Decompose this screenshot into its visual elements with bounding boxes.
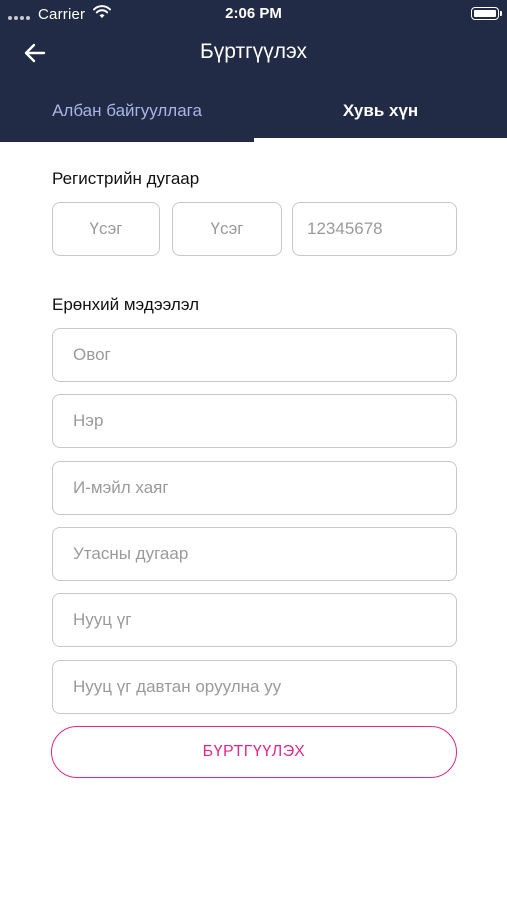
tab-individual[interactable]: Хувь хүн (254, 88, 507, 138)
confirm-password-input[interactable]: Нууц үг давтан оруулна уу (52, 660, 457, 714)
registration-number-input[interactable]: 12345678 (292, 202, 457, 256)
tab-organization[interactable]: Албан байгууллага (0, 88, 254, 138)
registration-letter2-placeholder: Үсэг (210, 219, 244, 238)
first-name-input[interactable]: Нэр (52, 394, 457, 448)
status-bar: Carrier 2:06 PM (0, 0, 507, 28)
page-title: Бүртгүүлэх (199, 40, 307, 63)
registration-letter1-input[interactable]: Үсэг (52, 202, 160, 256)
surname-input[interactable]: Овог (52, 328, 457, 382)
password-input[interactable]: Нууц үг (52, 593, 457, 647)
email-input[interactable]: И-мэйл хаяг (52, 461, 457, 515)
registration-label: Регистрийн дугаар (52, 169, 200, 188)
registration-number-placeholder: 12345678 (307, 219, 383, 238)
general-info-label: Ерөнхий мэдээлэл (52, 295, 200, 314)
phone-placeholder: Утасны дугаар (73, 544, 189, 563)
first-name-placeholder: Нэр (73, 411, 104, 430)
email-placeholder: И-мэйл хаяг (73, 478, 169, 497)
register-button[interactable]: БҮРТГҮҮЛЭХ (51, 726, 457, 778)
battery-icon (471, 7, 502, 20)
status-time: 2:06 PM (225, 5, 282, 22)
confirm-password-placeholder: Нууц үг давтан оруулна уу (73, 677, 282, 696)
register-button-label: БҮРТГҮҮЛЭХ (202, 743, 306, 760)
phone-input[interactable]: Утасны дугаар (52, 527, 457, 581)
registration-letter1-placeholder: Үсэг (89, 219, 123, 238)
app-header: Carrier 2:06 PM Бүртгүүлэх Албан байгуул… (0, 0, 507, 142)
active-tab-indicator (254, 138, 507, 142)
surname-placeholder: Овог (73, 345, 111, 364)
password-placeholder: Нууц үг (73, 610, 132, 629)
registration-letter2-input[interactable]: Үсэг (172, 202, 282, 256)
